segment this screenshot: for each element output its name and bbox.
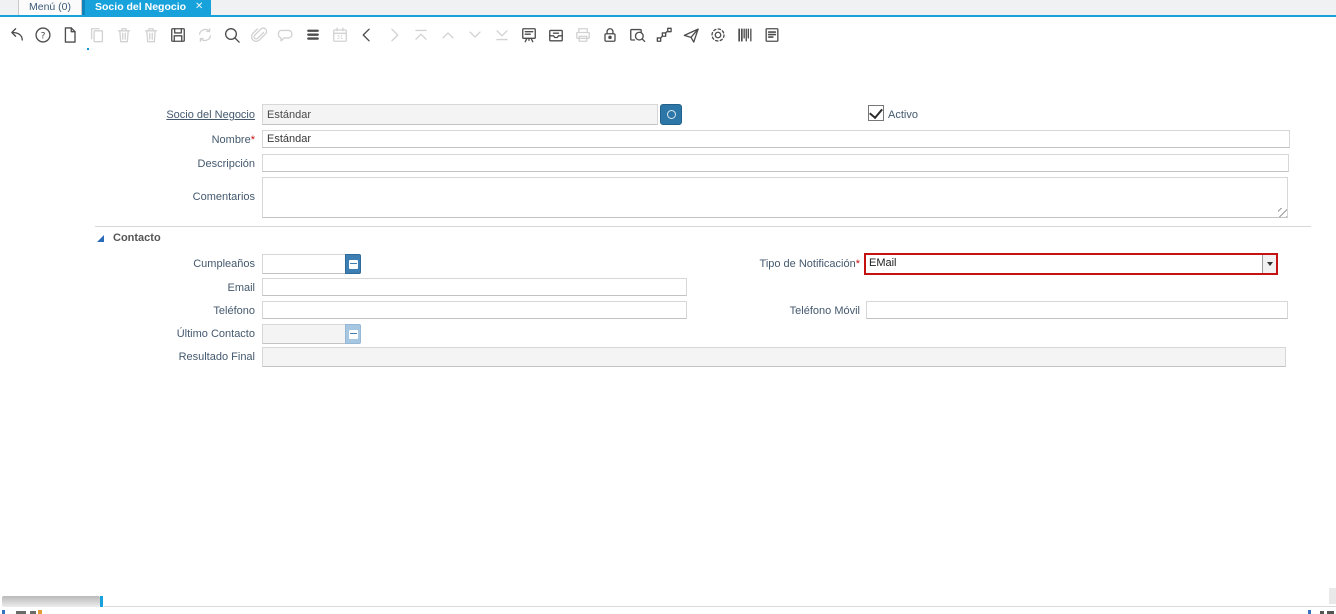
report-icon[interactable] bbox=[762, 24, 782, 45]
first-record-icon bbox=[411, 24, 431, 45]
socio-del-negocio-field bbox=[262, 104, 658, 125]
tipo-notificacion-value: EMail bbox=[866, 255, 1262, 273]
attachment-icon bbox=[249, 24, 269, 45]
contacto-section-label: Contacto bbox=[113, 232, 161, 244]
cumpleanos-field[interactable] bbox=[262, 254, 346, 274]
email-field[interactable] bbox=[262, 278, 687, 296]
preferences-icon[interactable] bbox=[708, 24, 728, 45]
svg-text:31: 31 bbox=[337, 35, 344, 41]
save-icon[interactable] bbox=[168, 24, 188, 45]
tab-menu-label: Menú (0) bbox=[29, 1, 71, 13]
zoom-across-icon[interactable] bbox=[627, 24, 647, 45]
descripcion-field[interactable] bbox=[262, 154, 1289, 172]
archive-icon[interactable] bbox=[546, 24, 566, 45]
ultimo-contacto-label: Último Contacto bbox=[95, 327, 255, 341]
copy-record-icon bbox=[87, 24, 107, 45]
next-record-icon bbox=[465, 24, 485, 45]
resultado-final-field bbox=[262, 347, 1286, 367]
tipo-notificacion-label-text: Tipo de Notificación bbox=[760, 258, 856, 270]
textarea-resize-grip[interactable] bbox=[1278, 208, 1287, 217]
calendar-glyph-icon bbox=[349, 260, 358, 269]
socio-label-text: Socio del Negocio bbox=[166, 109, 255, 121]
chevron-down-icon bbox=[1267, 262, 1273, 266]
ultimo-contacto-calendar-button bbox=[345, 324, 361, 344]
grid-toggle-icon[interactable] bbox=[303, 24, 323, 45]
tab-socio-label: Socio del Negocio bbox=[95, 1, 186, 13]
record-info-icon bbox=[667, 110, 676, 119]
descripcion-label: Descripción bbox=[95, 157, 255, 171]
telefono-movil-label: Teléfono Móvil bbox=[700, 304, 860, 318]
contacto-section-header[interactable]: Contacto bbox=[97, 232, 161, 244]
window-tab-strip: Menú (0) Socio del Negocio ✕ bbox=[0, 0, 1336, 17]
calendar-icon: 31 bbox=[330, 24, 350, 45]
help-icon[interactable]: ? bbox=[33, 24, 53, 45]
send-icon[interactable] bbox=[681, 24, 701, 45]
form-area: Socio del Negocio Activo Nombre* Descrip… bbox=[0, 50, 1336, 598]
tab-menu[interactable]: Menú (0) bbox=[18, 0, 82, 15]
delete-record-icon bbox=[114, 24, 134, 45]
status-bar-divider bbox=[104, 606, 1336, 607]
comentarios-label: Comentarios bbox=[95, 190, 255, 204]
email-label: Email bbox=[95, 281, 255, 295]
collapse-triangle-icon bbox=[97, 235, 104, 242]
tipo-notificacion-label: Tipo de Notificación* bbox=[700, 257, 860, 271]
comentarios-field[interactable] bbox=[262, 177, 1288, 218]
activo-label: Activo bbox=[888, 108, 918, 122]
calendar-glyph-icon bbox=[349, 330, 358, 339]
ultimo-contacto-field bbox=[262, 324, 346, 344]
nombre-field[interactable] bbox=[262, 130, 1290, 148]
telefono-movil-field[interactable] bbox=[866, 301, 1288, 319]
nombre-label-text: Nombre bbox=[212, 134, 251, 146]
tab-socio-del-negocio[interactable]: Socio del Negocio ✕ bbox=[82, 0, 211, 15]
find-icon[interactable] bbox=[222, 24, 242, 45]
dropdown-button[interactable] bbox=[1262, 255, 1276, 273]
workflow-icon[interactable] bbox=[654, 24, 674, 45]
toolbar: ? 31 bbox=[0, 19, 1336, 50]
socio-del-negocio-label[interactable]: Socio del Negocio bbox=[95, 108, 255, 122]
activo-checkbox[interactable] bbox=[868, 105, 884, 121]
tipo-notificacion-dropdown[interactable]: EMail bbox=[864, 253, 1278, 275]
print-icon bbox=[573, 24, 593, 45]
cumpleanos-label: Cumpleaños bbox=[95, 257, 255, 271]
nombre-label: Nombre* bbox=[95, 133, 255, 147]
detail-records-icon[interactable] bbox=[519, 24, 539, 45]
detail-tab-icon bbox=[384, 24, 404, 45]
close-tab-icon[interactable]: ✕ bbox=[195, 1, 203, 12]
cumpleanos-calendar-button[interactable] bbox=[345, 254, 361, 274]
last-record-icon bbox=[492, 24, 512, 45]
barcode-icon[interactable] bbox=[735, 24, 755, 45]
refresh-icon bbox=[195, 24, 215, 45]
nombre-required-mark: * bbox=[251, 134, 255, 146]
chat-icon bbox=[276, 24, 296, 45]
undo-icon[interactable] bbox=[6, 24, 26, 45]
new-record-icon[interactable] bbox=[60, 24, 80, 45]
scrollbar-corner bbox=[1329, 588, 1336, 604]
svg-text:?: ? bbox=[41, 30, 46, 41]
telefono-field[interactable] bbox=[262, 301, 687, 319]
record-info-button[interactable] bbox=[660, 104, 682, 125]
section-separator bbox=[95, 226, 1311, 227]
tipo-notificacion-required-mark: * bbox=[856, 258, 860, 270]
bottom-scroll-thumb[interactable] bbox=[2, 596, 100, 607]
parent-tab-icon[interactable] bbox=[357, 24, 377, 45]
bottom-accent-tick bbox=[100, 596, 103, 607]
telefono-label: Teléfono bbox=[95, 304, 255, 318]
previous-record-icon bbox=[438, 24, 458, 45]
delete-selection-icon bbox=[141, 24, 161, 45]
lock-icon[interactable] bbox=[600, 24, 620, 45]
resultado-final-label: Resultado Final bbox=[95, 350, 255, 364]
